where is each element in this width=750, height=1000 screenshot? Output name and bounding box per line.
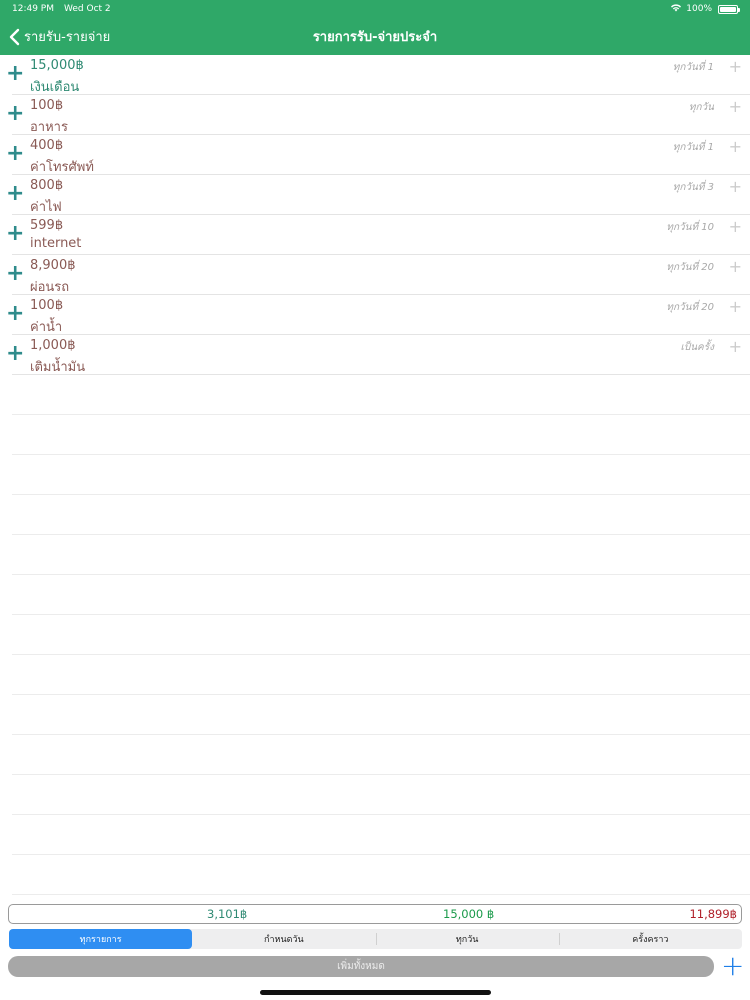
- list-item[interactable]: +599฿ internet ทุกวันที่ 10 +: [6, 215, 750, 255]
- item-name: เงินเดือน: [30, 80, 80, 95]
- list-item[interactable]: +15,000฿เงินเดือน ทุกวันที่ 1 +: [6, 55, 750, 95]
- add-icon[interactable]: +: [6, 303, 24, 325]
- add-icon[interactable]: +: [6, 183, 24, 205]
- item-amount: 400฿: [30, 138, 64, 153]
- empty-row: [12, 855, 750, 895]
- summary-income-total: 15,000 ฿: [443, 907, 495, 921]
- item-amount: 100฿: [30, 298, 64, 313]
- item-frequency: ทุกวันที่ 20: [666, 302, 714, 313]
- plus-small-icon[interactable]: +: [729, 297, 742, 316]
- item-name: เติมน้ำมัน: [30, 360, 86, 375]
- status-date: Wed Oct 2: [64, 4, 111, 14]
- item-frequency: เป็นครั้ง: [680, 342, 714, 353]
- item-amount: 15,000฿: [30, 58, 84, 73]
- item-name: อาหาร: [30, 120, 68, 135]
- back-label: รายรับ-รายจ่าย: [24, 30, 111, 45]
- item-amount: 8,900฿: [30, 258, 76, 273]
- add-icon[interactable]: +: [6, 63, 24, 85]
- add-all-button[interactable]: เพิ่มทั้งหมด: [8, 956, 714, 977]
- item-name: ค่าน้ำ: [30, 320, 63, 335]
- plus-icon[interactable]: +: [721, 952, 744, 980]
- item-name: ค่าโทรศัพท์: [30, 160, 94, 175]
- item-amount: 1,000฿: [30, 338, 76, 353]
- status-time: 12:49 PM: [12, 4, 54, 14]
- item-frequency: ทุกวัน: [688, 102, 714, 113]
- empty-row: [12, 695, 750, 735]
- add-icon[interactable]: +: [6, 263, 24, 285]
- empty-row: [12, 775, 750, 815]
- add-icon[interactable]: +: [6, 223, 24, 245]
- filter-segment[interactable]: ทุกวัน: [375, 929, 559, 949]
- list-item[interactable]: +100฿อาหาร ทุกวัน +: [6, 95, 750, 135]
- filter-segment[interactable]: ครั้งคราว: [558, 929, 742, 949]
- filter-segmented-control: ทุกรายการ กำหนดวัน ทุกวัน ครั้งคราว: [9, 929, 742, 949]
- plus-small-icon[interactable]: +: [729, 337, 742, 356]
- empty-row: [12, 735, 750, 775]
- item-name: ค่าไฟ: [30, 200, 62, 215]
- summary-balance: 11,899฿: [689, 907, 737, 921]
- empty-row: [12, 615, 750, 655]
- plus-small-icon[interactable]: +: [729, 137, 742, 156]
- plus-small-icon[interactable]: +: [729, 97, 742, 116]
- add-icon[interactable]: +: [6, 103, 24, 125]
- item-frequency: ทุกวันที่ 1: [672, 142, 714, 153]
- summary-bar: 3,101฿ 15,000 ฿ 11,899฿: [8, 904, 742, 924]
- back-button[interactable]: รายรับ-รายจ่าย: [8, 18, 110, 55]
- item-frequency: ทุกวันที่ 1: [672, 62, 714, 73]
- battery-icon: [718, 4, 740, 14]
- empty-row: [12, 575, 750, 615]
- plus-small-icon[interactable]: +: [729, 217, 742, 236]
- empty-row: [12, 455, 750, 495]
- recurring-list: +15,000฿ เงินเดือน ทุกวันที่ 1 + +100฿ อาหารท…: [0, 55, 750, 895]
- plus-small-icon[interactable]: +: [729, 177, 742, 196]
- empty-row: [12, 375, 750, 415]
- item-name: ผ่อนรถ: [30, 280, 70, 295]
- item-frequency: ทุกวันที่ 20: [666, 262, 714, 273]
- item-name: internet: [30, 236, 82, 251]
- filter-segment[interactable]: ทุกรายการ: [9, 929, 193, 949]
- summary-expense-total: 3,101฿: [207, 907, 248, 921]
- empty-row: [12, 495, 750, 535]
- item-frequency: ทุกวันที่ 10: [666, 222, 714, 233]
- item-amount: 800฿: [30, 178, 64, 193]
- battery-percent: 100%: [686, 4, 712, 14]
- empty-row: [12, 815, 750, 855]
- wifi-icon: [670, 3, 682, 15]
- empty-row: [12, 655, 750, 695]
- list-item[interactable]: +8,900฿ผ่อนรถ ทุกวันที่ 20 +: [6, 255, 750, 295]
- filter-segment[interactable]: กำหนดวัน: [192, 929, 375, 949]
- add-icon[interactable]: +: [6, 143, 24, 165]
- empty-row: [12, 535, 750, 575]
- empty-row: [12, 415, 750, 455]
- list-item[interactable]: +800฿ค่าไฟ ทุกวันที่ 3 +: [6, 175, 750, 215]
- item-amount: 100฿: [30, 98, 64, 113]
- navigation-bar: รายรับ-รายจ่าย รายการรับ-จ่ายประจำ: [0, 18, 750, 55]
- list-item[interactable]: +1,000฿เติมน้ำมัน เป็นครั้ง +: [6, 335, 750, 375]
- chevron-left-icon: [8, 28, 20, 46]
- add-icon[interactable]: +: [6, 343, 24, 365]
- item-frequency: ทุกวันที่ 3: [672, 182, 714, 193]
- plus-small-icon[interactable]: +: [729, 57, 742, 76]
- plus-small-icon[interactable]: +: [729, 257, 742, 276]
- list-item[interactable]: +400฿ค่าโทรศัพท์ ทุกวันที่ 1 +: [6, 135, 750, 175]
- item-amount: 599฿: [30, 218, 64, 233]
- home-indicator: [260, 990, 491, 995]
- status-bar: 12:49 PM Wed Oct 2 100%: [0, 0, 750, 18]
- list-item[interactable]: +100฿ค่าน้ำ ทุกวันที่ 20 +: [6, 295, 750, 335]
- page-title: รายการรับ-จ่ายประจำ: [312, 30, 438, 45]
- status-right: 100%: [670, 3, 740, 15]
